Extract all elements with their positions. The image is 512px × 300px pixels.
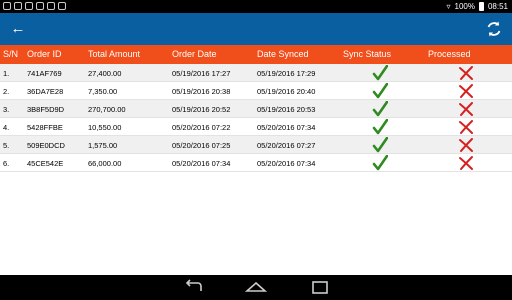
cell-total-amount: 1,575.00 [88,141,118,150]
notification-icon [58,2,66,10]
header-sn: S/N [3,49,19,59]
cross-icon [458,155,474,171]
check-icon [372,137,388,153]
notification-icon [25,2,33,10]
cell-total-amount: 270,700.00 [88,105,126,114]
cell-order-id: 509E0DCD [27,141,65,150]
cell-order-id: 741AF769 [27,69,62,78]
status-bar: ▿ 100% 08:51 [0,0,512,13]
notification-icon [14,2,22,10]
nav-recents-button[interactable] [308,279,332,296]
table-row[interactable]: 2. 36DA7E28 7,350.00 05/19/2016 20:38 05/19/… [0,82,512,100]
check-icon [372,101,388,117]
cell-date-synced: 05/19/2016 17:29 [257,69,316,78]
cell-order-id: 36DA7E28 [27,87,64,96]
check-icon [372,155,388,171]
orders-screen: S/N Order ID Total Amount Order Date Dat… [0,45,512,275]
header-date-synced: Date Synced [257,49,309,59]
nav-recents-icon [312,281,328,294]
cross-icon [458,119,474,135]
cell-order-date: 05/20/2016 07:22 [172,123,231,132]
header-processed: Processed [428,49,471,59]
table-row[interactable]: 6. 45CE542E 66,000.00 05/20/2016 07:34 05/20… [0,154,512,172]
nav-home-button[interactable] [244,279,268,296]
cell-total-amount: 66,000.00 [88,159,122,168]
cell-order-date: 05/19/2016 20:52 [172,105,231,114]
cell-sn: 2. [3,87,10,96]
header-total-amount: Total Amount [88,49,141,59]
cross-icon [458,65,474,81]
cell-date-synced: 05/19/2016 20:40 [257,87,316,96]
cell-sn: 4. [3,123,10,132]
table-row[interactable]: 4. 5428FFBE 10,550.00 05/20/2016 07:22 05/20… [0,118,512,136]
cell-order-id: 45CE542E [27,159,64,168]
cross-icon [458,137,474,153]
notification-icons [3,2,66,10]
battery-icon [478,2,484,11]
cell-total-amount: 7,350.00 [88,87,118,96]
nav-back-button[interactable] [182,279,206,296]
back-button[interactable]: ← [8,19,28,39]
check-icon [372,119,388,135]
cell-date-synced: 05/20/2016 07:34 [257,123,316,132]
header-order-id: Order ID [27,49,62,59]
table-row[interactable]: 1. 741AF769 27,400.00 05/19/2016 17:27 05/19… [0,64,512,82]
check-icon [372,83,388,99]
wifi-icon: ▿ [446,2,451,11]
nav-home-icon [244,281,268,292]
cell-sn: 1. [3,69,10,78]
refresh-icon [487,21,501,37]
app-bar: ← [0,13,512,45]
cell-order-date: 05/20/2016 07:25 [172,141,231,150]
system-status: ▿ 100% 08:51 [446,1,508,12]
cell-sn: 3. [3,105,10,114]
cell-date-synced: 05/20/2016 07:34 [257,159,316,168]
cell-sn: 6. [3,159,10,168]
table-row[interactable]: 3. 3B8F5D9D 270,700.00 05/19/2016 20:52 05/1… [0,100,512,118]
cell-order-id: 3B8F5D9D [27,105,65,114]
nav-back-icon [185,279,202,291]
header-sync-status: Sync Status [343,49,392,59]
arrow-left-icon: ← [10,20,26,37]
refresh-button[interactable] [484,19,504,39]
cell-total-amount: 10,550.00 [88,123,122,132]
cell-sn: 5. [3,141,10,150]
cell-order-date: 05/19/2016 17:27 [172,69,231,78]
cross-icon [458,83,474,99]
cell-order-id: 5428FFBE [27,123,63,132]
table-header: S/N Order ID Total Amount Order Date Dat… [0,45,512,64]
battery-percent: 100% [454,2,475,11]
table-row[interactable]: 5. 509E0DCD 1,575.00 05/20/2016 07:25 05/20/… [0,136,512,154]
cross-icon [458,101,474,117]
check-icon [372,65,388,81]
notification-icon [3,2,11,10]
navigation-bar [0,275,512,300]
cell-order-date: 05/20/2016 07:34 [172,159,231,168]
notification-icon [47,2,55,10]
cell-order-date: 05/19/2016 20:38 [172,87,231,96]
cell-total-amount: 27,400.00 [88,69,122,78]
cell-date-synced: 05/20/2016 07:27 [257,141,316,150]
header-order-date: Order Date [172,49,217,59]
notification-icon [36,2,44,10]
cell-date-synced: 05/19/2016 20:53 [257,105,316,114]
clock: 08:51 [487,2,508,11]
